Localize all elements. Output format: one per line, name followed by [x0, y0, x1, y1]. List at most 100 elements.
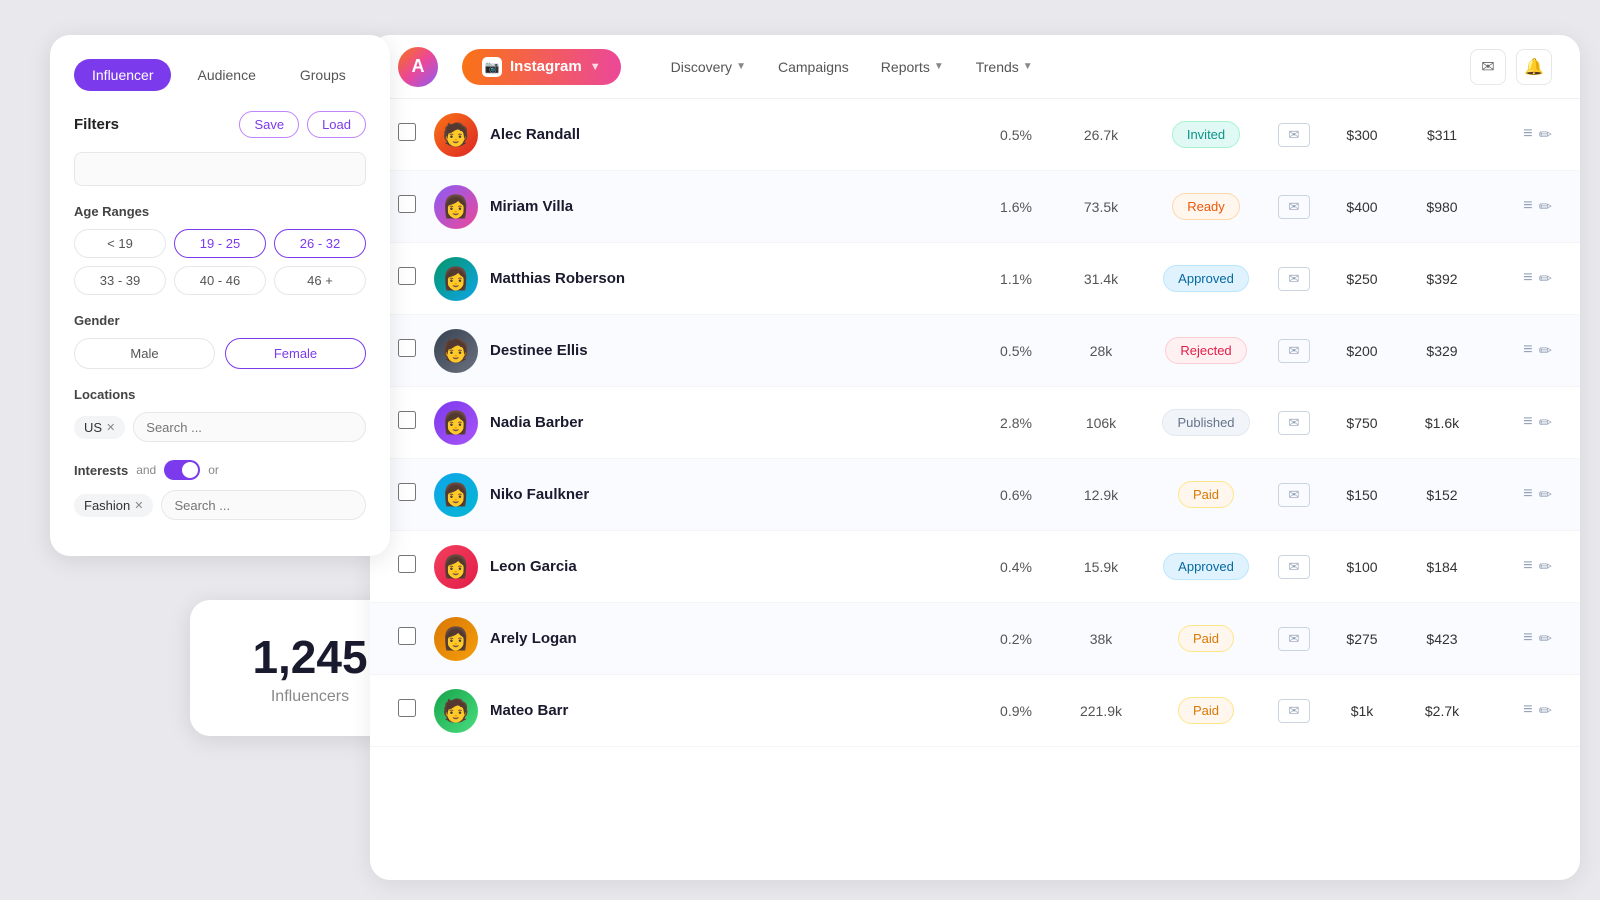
- list-icon[interactable]: ≡: [1523, 557, 1532, 577]
- gender-row: Male Female: [74, 338, 366, 369]
- row-email-col: ✉: [1266, 627, 1322, 651]
- age-ranges-grid: < 19 19 - 25 26 - 32 33 - 39 40 - 46 46 …: [74, 229, 366, 295]
- list-icon[interactable]: ≡: [1523, 341, 1532, 361]
- list-icon[interactable]: ≡: [1523, 125, 1532, 145]
- interests-and-label: and: [136, 463, 156, 477]
- avatar: 👩: [434, 473, 478, 517]
- age-btn-under19[interactable]: < 19: [74, 229, 166, 258]
- row-followers: 221.9k: [1056, 703, 1146, 719]
- gender-female-btn[interactable]: Female: [225, 338, 366, 369]
- interests-label: Interests: [74, 463, 128, 478]
- location-search-input[interactable]: [133, 412, 366, 442]
- age-btn-40-46[interactable]: 40 - 46: [174, 266, 266, 295]
- row-price2: $2.7k: [1402, 703, 1482, 719]
- list-icon[interactable]: ≡: [1523, 629, 1532, 649]
- row-name: Nadia Barber: [490, 414, 976, 431]
- edit-icon[interactable]: ✏: [1539, 485, 1552, 505]
- avatar: 👩: [434, 401, 478, 445]
- list-icon[interactable]: ≡: [1523, 269, 1532, 289]
- row-rate: 0.5%: [976, 343, 1056, 359]
- row-avatar-col: 👩: [434, 401, 490, 445]
- email-icon[interactable]: ✉: [1278, 699, 1310, 723]
- interest-tag-remove[interactable]: ✕: [134, 499, 143, 512]
- tab-influencer[interactable]: Influencer: [74, 59, 171, 91]
- row-checkbox[interactable]: [398, 699, 416, 717]
- list-icon[interactable]: ≡: [1523, 197, 1532, 217]
- row-price2: $423: [1402, 631, 1482, 647]
- nav-campaigns[interactable]: Campaigns: [764, 53, 863, 81]
- email-icon[interactable]: ✉: [1278, 267, 1310, 291]
- row-checkbox[interactable]: [398, 627, 416, 645]
- age-btn-26-32[interactable]: 26 - 32: [274, 229, 366, 258]
- nav-trends[interactable]: Trends ▼: [962, 53, 1047, 81]
- filters-header: Filters Save Load: [74, 111, 366, 138]
- edit-icon[interactable]: ✏: [1539, 557, 1552, 577]
- row-price1: $100: [1322, 559, 1402, 575]
- interest-search-input[interactable]: [161, 490, 366, 520]
- row-avatar-col: 👩: [434, 257, 490, 301]
- tab-audience[interactable]: Audience: [179, 59, 273, 91]
- age-btn-19-25[interactable]: 19 - 25: [174, 229, 266, 258]
- row-rate: 0.6%: [976, 487, 1056, 503]
- avatar: 👩: [434, 257, 478, 301]
- edit-icon[interactable]: ✏: [1539, 341, 1552, 361]
- table-row: 🧑 Destinee Ellis 0.5% 28k Rejected ✉ $20…: [370, 315, 1580, 387]
- filters-title: Filters: [74, 116, 119, 133]
- row-price2: $980: [1402, 199, 1482, 215]
- age-btn-33-39[interactable]: 33 - 39: [74, 266, 166, 295]
- email-icon[interactable]: ✉: [1278, 195, 1310, 219]
- row-checkbox[interactable]: [398, 267, 416, 285]
- list-icon[interactable]: ≡: [1523, 485, 1532, 505]
- row-checkbox[interactable]: [398, 195, 416, 213]
- row-checkbox[interactable]: [398, 483, 416, 501]
- email-icon[interactable]: ✉: [1278, 555, 1310, 579]
- email-icon[interactable]: ✉: [1278, 627, 1310, 651]
- load-button[interactable]: Load: [307, 111, 366, 138]
- save-button[interactable]: Save: [239, 111, 299, 138]
- location-tag-remove[interactable]: ✕: [106, 421, 115, 434]
- email-icon[interactable]: ✉: [1278, 339, 1310, 363]
- locations-label: Locations: [74, 387, 366, 402]
- nav-discovery[interactable]: Discovery ▼: [657, 53, 760, 81]
- email-icon[interactable]: ✉: [1278, 483, 1310, 507]
- row-checkbox[interactable]: [398, 555, 416, 573]
- edit-icon[interactable]: ✏: [1539, 125, 1552, 145]
- filter-search-input[interactable]: [74, 152, 366, 186]
- nav-reports[interactable]: Reports ▼: [867, 53, 958, 81]
- tab-groups[interactable]: Groups: [282, 59, 364, 91]
- row-checkbox[interactable]: [398, 411, 416, 429]
- list-icon[interactable]: ≡: [1523, 701, 1532, 721]
- row-price1: $1k: [1322, 703, 1402, 719]
- edit-icon[interactable]: ✏: [1539, 413, 1552, 433]
- gender-male-btn[interactable]: Male: [74, 338, 215, 369]
- edit-icon[interactable]: ✏: [1539, 629, 1552, 649]
- row-email-col: ✉: [1266, 339, 1322, 363]
- messages-button[interactable]: ✉: [1470, 49, 1506, 85]
- row-status-col: Approved: [1146, 265, 1266, 292]
- notifications-button[interactable]: 🔔: [1516, 49, 1552, 85]
- top-nav: A Instagram ▼ Discovery ▼ Campaigns Repo…: [370, 35, 1580, 99]
- row-name: Leon Garcia: [490, 558, 976, 575]
- list-icon[interactable]: ≡: [1523, 413, 1532, 433]
- row-actions: ≡ ✏: [1482, 629, 1552, 649]
- filter-tabs: Influencer Audience Groups: [74, 59, 366, 91]
- row-email-col: ✉: [1266, 555, 1322, 579]
- edit-icon[interactable]: ✏: [1539, 701, 1552, 721]
- age-btn-46plus[interactable]: 46 +: [274, 266, 366, 295]
- row-email-col: ✉: [1266, 267, 1322, 291]
- email-icon[interactable]: ✉: [1278, 123, 1310, 147]
- edit-icon[interactable]: ✏: [1539, 269, 1552, 289]
- row-checkbox[interactable]: [398, 339, 416, 357]
- avatar: 👩: [434, 185, 478, 229]
- row-actions: ≡ ✏: [1482, 341, 1552, 361]
- platform-button[interactable]: Instagram ▼: [462, 49, 621, 85]
- row-price2: $311: [1402, 127, 1482, 143]
- email-icon[interactable]: ✉: [1278, 411, 1310, 435]
- table-row: 👩 Matthias Roberson 1.1% 31.4k Approved …: [370, 243, 1580, 315]
- row-rate: 1.6%: [976, 199, 1056, 215]
- row-actions: ≡ ✏: [1482, 197, 1552, 217]
- table-row: 👩 Arely Logan 0.2% 38k Paid ✉ $275 $423 …: [370, 603, 1580, 675]
- edit-icon[interactable]: ✏: [1539, 197, 1552, 217]
- interests-toggle[interactable]: [164, 460, 200, 480]
- row-checkbox[interactable]: [398, 123, 416, 141]
